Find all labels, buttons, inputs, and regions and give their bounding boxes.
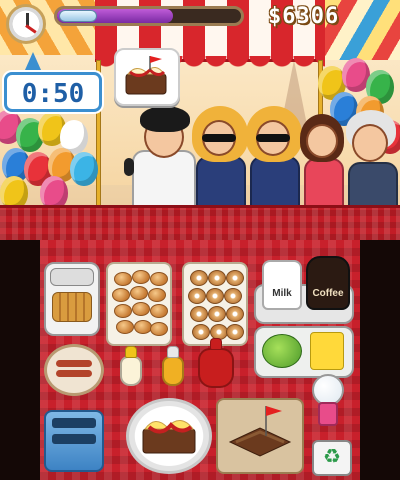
- level-progress-bar: [54, 6, 244, 26]
- plated-brownie: [142, 420, 196, 454]
- serving-counter: [0, 205, 400, 240]
- bottle-cap: [125, 346, 137, 358]
- bottom-screen: Milk Coffee ♻: [0, 240, 400, 480]
- recycle-icon: ♻: [323, 444, 341, 468]
- timer-bubble-tail: [25, 52, 41, 70]
- ketchup-bottle[interactable]: [198, 348, 234, 388]
- clock-icon: [6, 4, 46, 44]
- money-counter: $6306: [268, 4, 340, 29]
- milk-jug[interactable]: Milk: [262, 260, 302, 310]
- order-brownie-icon: [125, 56, 167, 95]
- serving-plate[interactable]: [126, 398, 212, 474]
- kitchen-table: Milk Coffee ♻: [40, 240, 360, 480]
- top-screen: $6306 0:50: [0, 0, 400, 240]
- sausage-grill[interactable]: [44, 344, 104, 396]
- sausage: [56, 370, 92, 377]
- bottle-cap: [167, 346, 179, 358]
- customer-timer-text: 0:50: [21, 79, 85, 109]
- trash-bin[interactable]: ♻: [312, 440, 352, 476]
- waffle-iron[interactable]: [44, 262, 100, 336]
- bagel-tray[interactable]: [182, 262, 248, 346]
- order-bubble: [114, 48, 180, 106]
- toaster[interactable]: [44, 410, 104, 472]
- bottle-cap: [210, 338, 222, 350]
- lettuce[interactable]: [262, 334, 302, 368]
- coffee-label: Coffee: [312, 288, 344, 299]
- microphone-icon: [124, 158, 134, 176]
- brownie-prep-area[interactable]: [216, 398, 304, 474]
- mustard-bottle[interactable]: [162, 356, 184, 386]
- croissant-tray[interactable]: [106, 262, 172, 346]
- milk-label: Milk: [272, 288, 292, 299]
- cheese[interactable]: [310, 332, 344, 370]
- sausage: [56, 360, 92, 367]
- customer-grandma[interactable]: [340, 106, 400, 210]
- drink-station: Milk Coffee: [254, 254, 354, 324]
- game-screen: $6306 0:50 Milk Coffee ♻: [0, 0, 400, 480]
- customer-twin-1[interactable]: [190, 100, 250, 210]
- toppings-tray: [254, 326, 354, 378]
- progress-knob: [59, 10, 97, 22]
- gumball-machine[interactable]: [308, 374, 348, 430]
- mayonnaise-bottle[interactable]: [120, 356, 142, 386]
- customer-timer-bubble: 0:50: [4, 72, 102, 112]
- customer-twin-2[interactable]: [244, 100, 304, 210]
- brownie-with-flag: [228, 406, 292, 457]
- waffle: [52, 292, 92, 322]
- coffee-pot[interactable]: Coffee: [306, 256, 350, 310]
- balloon: [70, 152, 98, 186]
